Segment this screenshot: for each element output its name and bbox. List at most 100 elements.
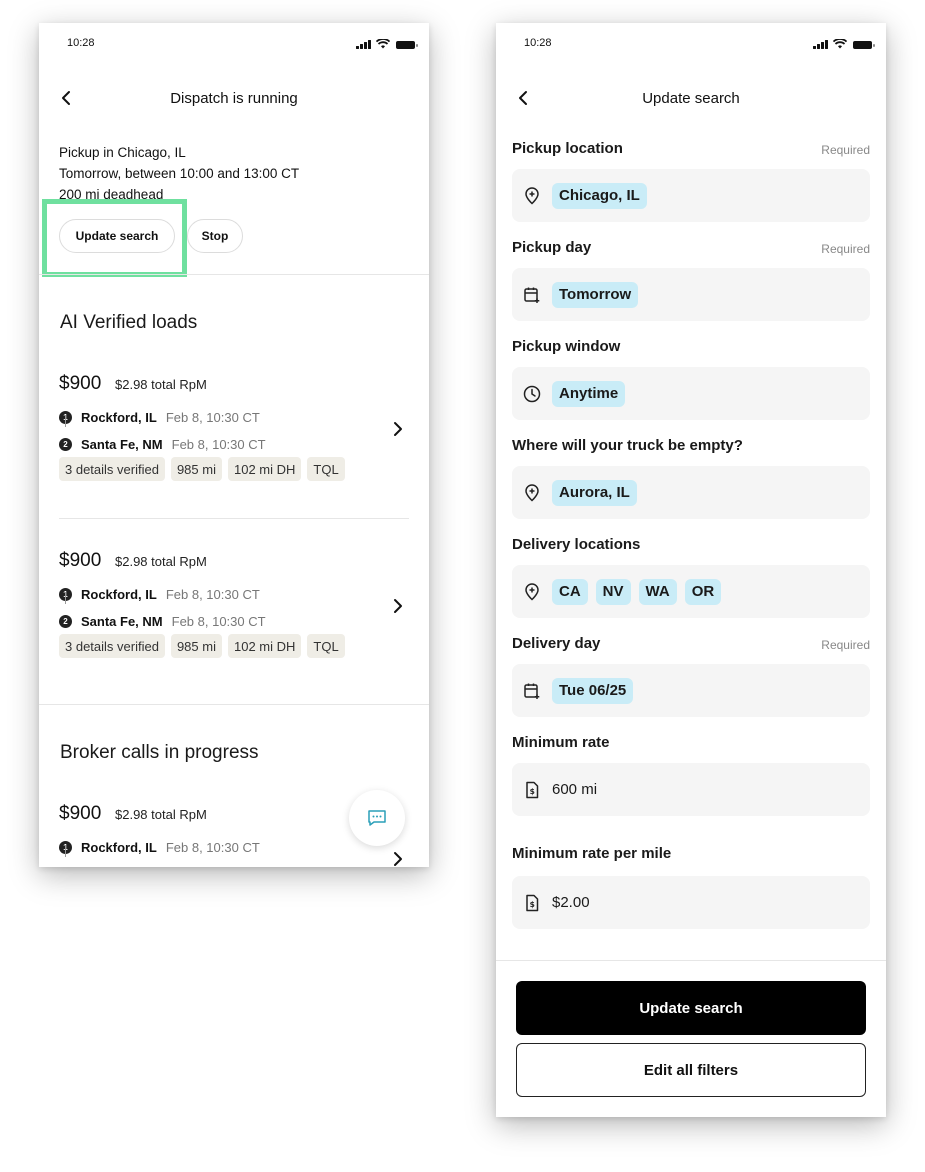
section-divider <box>39 704 429 705</box>
chevron-right-icon[interactable] <box>393 421 403 437</box>
state-chip: CA <box>552 578 588 605</box>
minimum-rate-label: Minimum rate <box>512 734 610 751</box>
search-summary: Pickup in Chicago, IL Tomorrow, between … <box>59 142 299 205</box>
pickup-window-label: Pickup window <box>512 338 621 355</box>
svg-text:$: $ <box>530 900 535 909</box>
stop-connector <box>65 845 66 857</box>
stop-row: 1 Rockford, IL Feb 8, 10:30 CT <box>59 587 260 602</box>
section-title-verified: AI Verified loads <box>60 312 198 333</box>
day-chip: Tomorrow <box>552 281 639 308</box>
footer-divider <box>496 960 886 961</box>
status-time: 10:28 <box>67 37 95 49</box>
wifi-icon <box>833 39 847 49</box>
delivery-day-label: Delivery day <box>512 635 601 652</box>
pickup-summary-line: Pickup in Chicago, IL <box>59 145 186 160</box>
pickup-location-field[interactable]: Chicago, IL <box>512 169 870 222</box>
location-pin-add-icon <box>525 186 539 205</box>
tag-broker: TQL <box>307 634 345 658</box>
status-time: 10:28 <box>524 37 552 49</box>
delivery-locations-label: Delivery locations <box>512 536 641 553</box>
update-search-button[interactable]: Update search <box>59 219 175 253</box>
load-tags: 3 details verified 985 mi 102 mi DH TQL <box>59 634 345 658</box>
signal-icon <box>813 39 829 49</box>
stop-number: 2 <box>59 438 72 451</box>
signal-icon <box>356 39 372 49</box>
minimum-rate-per-mile-value: $2.00 <box>552 894 590 911</box>
stop-time: Feb 8, 10:30 CT <box>165 840 260 855</box>
section-title-broker: Broker calls in progress <box>60 742 259 763</box>
status-icons <box>356 39 418 49</box>
state-chip: NV <box>595 578 631 605</box>
delivery-locations-field[interactable]: CA NV WA OR <box>512 565 870 618</box>
load-rpm: $2.98 total RpM <box>115 377 207 392</box>
page-title: Update search <box>642 90 740 107</box>
load-price: $900 <box>59 550 102 571</box>
dollar-document-icon: $ <box>526 781 539 798</box>
pickup-window-line: Tomorrow, between 10:00 and 13:00 CT <box>59 166 300 181</box>
tag-deadhead: 102 mi DH <box>227 634 302 658</box>
minimum-rate-per-mile-field[interactable]: $ $2.00 <box>512 876 870 929</box>
battery-icon <box>396 41 418 49</box>
stop-time: Feb 8, 10:30 CT <box>171 437 266 452</box>
stop-city: Santa Fe, NM <box>81 437 163 452</box>
tag-deadhead: 102 mi DH <box>227 457 302 481</box>
dispatch-screen: 10:28 Dispatch is running Pickup in Chic… <box>39 23 429 867</box>
stop-row: 1 Rockford, IL Feb 8, 10:30 CT <box>59 410 260 425</box>
chevron-right-icon[interactable] <box>393 598 403 614</box>
clock-icon <box>523 385 541 402</box>
tag-verified: 3 details verified <box>59 457 165 481</box>
dollar-document-icon: $ <box>526 894 539 911</box>
calendar-add-icon <box>524 287 540 303</box>
window-chip: Anytime <box>552 380 626 407</box>
status-icons <box>813 39 875 49</box>
battery-icon <box>853 41 875 49</box>
state-chip: OR <box>684 578 722 605</box>
stop-city: Santa Fe, NM <box>81 614 163 629</box>
pickup-day-label: Pickup day <box>512 239 592 256</box>
stop-time: Feb 8, 10:30 CT <box>165 587 260 602</box>
required-label: Required <box>821 242 870 256</box>
tag-verified: 3 details verified <box>59 634 165 658</box>
load-tags: 3 details verified 985 mi 102 mi DH TQL <box>59 457 345 481</box>
load-card[interactable]: $900 $2.98 total RpM 1 Rockford, IL Feb … <box>59 550 409 680</box>
tag-distance: 985 mi <box>170 457 222 481</box>
pickup-location-label: Pickup location <box>512 140 623 157</box>
stop-city: Rockford, IL <box>81 587 157 602</box>
minimum-rate-value: 600 mi <box>552 781 598 798</box>
section-divider <box>39 274 429 275</box>
location-pin-add-icon <box>525 483 539 502</box>
stop-time: Feb 8, 10:30 CT <box>165 410 260 425</box>
location-chip: Aurora, IL <box>552 479 637 506</box>
state-chip: WA <box>638 578 677 605</box>
deadhead-line: 200 mi deadhead <box>59 187 164 202</box>
card-divider <box>59 518 409 519</box>
load-price: $900 <box>59 803 102 824</box>
stop-row: 1 Rockford, IL Feb 8, 10:30 CT <box>59 840 260 855</box>
load-card[interactable]: $900 $2.98 total RpM 1 Rockford, IL Feb … <box>59 373 409 503</box>
stop-number: 2 <box>59 615 72 628</box>
update-search-submit-button[interactable]: Update search <box>516 981 866 1035</box>
required-label: Required <box>821 638 870 652</box>
tag-broker: TQL <box>307 457 345 481</box>
stop-city: Rockford, IL <box>81 840 157 855</box>
stop-connector <box>65 415 66 427</box>
day-chip: Tue 06/25 <box>552 677 634 704</box>
stop-button[interactable]: Stop <box>187 219 243 253</box>
pickup-day-field[interactable]: Tomorrow <box>512 268 870 321</box>
chat-button[interactable] <box>349 790 405 846</box>
stop-row: 2 Santa Fe, NM Feb 8, 10:30 CT <box>59 614 266 629</box>
empty-location-label: Where will your truck be empty? <box>512 437 743 454</box>
minimum-rate-per-mile-label: Minimum rate per mile <box>512 845 672 862</box>
empty-location-field[interactable]: Aurora, IL <box>512 466 870 519</box>
stop-row: 2 Santa Fe, NM Feb 8, 10:30 CT <box>59 437 266 452</box>
tag-distance: 985 mi <box>170 634 222 658</box>
edit-all-filters-button[interactable]: Edit all filters <box>516 1043 866 1097</box>
chat-bubble-icon <box>368 810 386 826</box>
minimum-rate-field[interactable]: $ 600 mi <box>512 763 870 816</box>
load-price: $900 <box>59 373 102 394</box>
chevron-right-icon[interactable] <box>393 851 403 867</box>
svg-text:$: $ <box>530 787 535 796</box>
pickup-window-field[interactable]: Anytime <box>512 367 870 420</box>
delivery-day-field[interactable]: Tue 06/25 <box>512 664 870 717</box>
load-rpm: $2.98 total RpM <box>115 807 207 822</box>
